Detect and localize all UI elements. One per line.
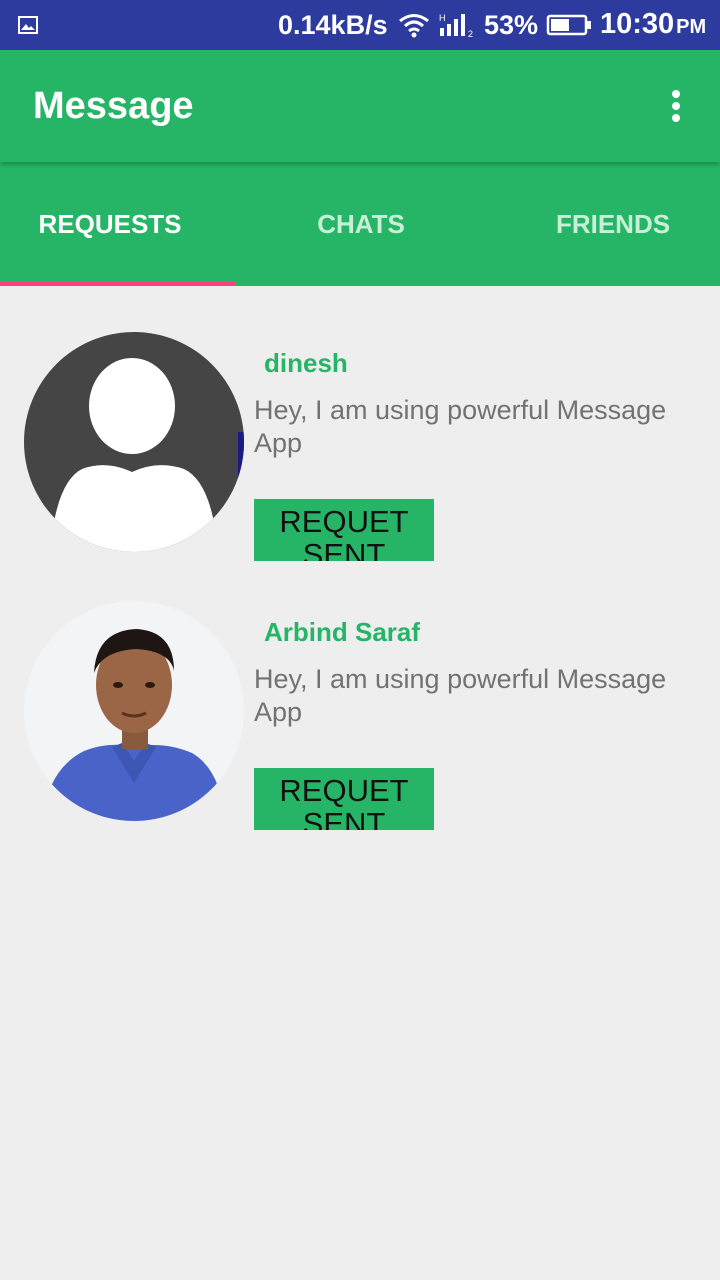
tab-friends[interactable]: FRIENDS	[493, 162, 720, 286]
request-status: Hey, I am using powerful Message App	[254, 395, 667, 458]
svg-text:H: H	[439, 13, 446, 23]
clock-time: 10:30	[600, 8, 675, 40]
request-item[interactable]: dinesh Hey, I am using powerful Message …	[0, 332, 720, 582]
request-name: dinesh	[264, 348, 348, 378]
tab-requests[interactable]: REQUESTS	[0, 162, 220, 286]
battery-percentage: 53%	[484, 10, 539, 40]
request-name: Arbind Saraf	[264, 617, 421, 647]
avatar	[24, 332, 244, 552]
more-options-icon[interactable]	[660, 84, 692, 128]
image-notification-icon	[18, 16, 38, 34]
status-bar: 0.14kB/s H 2 53% 10:30 PM	[0, 0, 720, 50]
svg-text:2: 2	[468, 29, 473, 38]
wifi-icon	[399, 14, 429, 38]
request-sent-button[interactable]: REQUET SENT	[254, 768, 434, 830]
tab-indicator	[0, 282, 236, 286]
app-title: Message	[33, 85, 194, 127]
avatar	[24, 601, 244, 821]
app-bar: Message	[0, 50, 720, 162]
tab-chats[interactable]: CHATS	[241, 162, 481, 286]
clock-ampm: PM	[676, 16, 707, 38]
request-status: Hey, I am using powerful Message App	[254, 664, 667, 727]
battery-icon	[546, 14, 591, 36]
network-speed: 0.14kB/s	[278, 10, 388, 40]
request-sent-button[interactable]: REQUET SENT	[254, 499, 434, 561]
request-item[interactable]: Arbind Saraf Hey, I am using powerful Me…	[0, 601, 720, 851]
user-photo-avatar	[24, 601, 244, 821]
default-user-avatar-icon	[24, 332, 244, 552]
tab-bar: REQUESTS CHATS FRIENDS	[0, 162, 720, 286]
clock: 10:30 PM	[600, 8, 706, 41]
cell-signal-icon: H 2	[439, 13, 473, 38]
